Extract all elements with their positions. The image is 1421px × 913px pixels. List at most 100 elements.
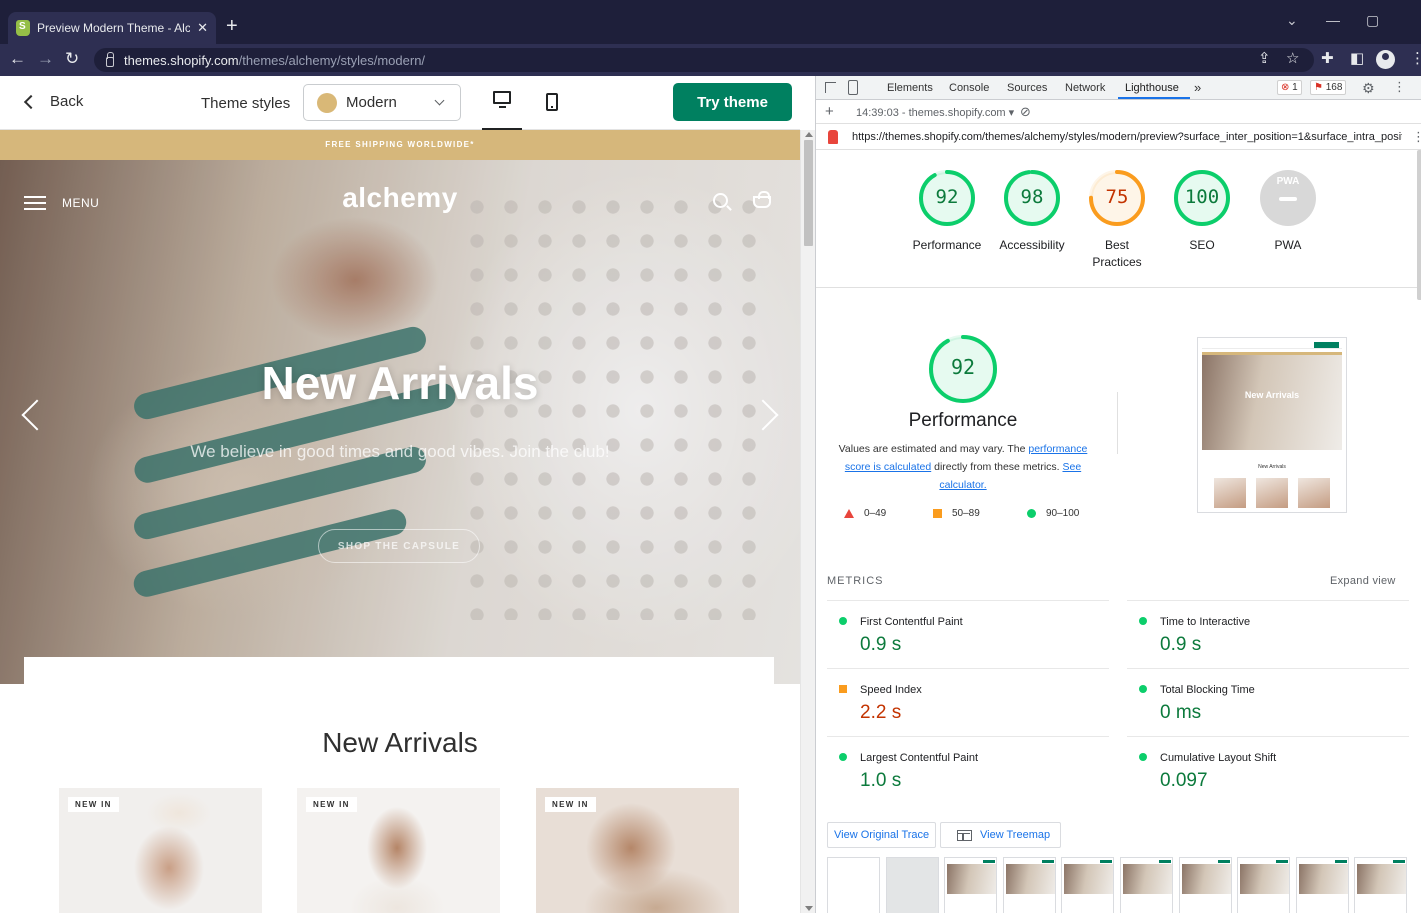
gauge-accessibility[interactable]: 98 Accessibility <box>987 168 1077 254</box>
device-toolbar-icon[interactable] <box>848 80 858 95</box>
active-tab-indicator <box>1118 97 1190 99</box>
mobile-view-button[interactable] <box>546 93 558 111</box>
new-report-icon[interactable]: + <box>825 103 834 120</box>
average-square-icon <box>839 685 847 693</box>
devtools-scrollbar[interactable] <box>1417 150 1421 300</box>
metric-time-to-interactive: Time to Interactive 0.9 s <box>1127 600 1409 668</box>
error-count-badge[interactable]: ⊗ 1 <box>1277 80 1302 95</box>
filmstrip-frame <box>885 857 939 913</box>
product-card[interactable]: NEW IN <box>297 788 500 913</box>
browser-toolbar: ← → ↻ themes.shopify.com/themes/alchemy/… <box>0 44 1421 76</box>
tab-close-icon[interactable]: ✕ <box>197 20 208 36</box>
clear-reports-icon[interactable]: ⊘ <box>1020 104 1031 120</box>
style-select-value: Modern <box>346 94 397 111</box>
desktop-view-button[interactable] <box>493 91 511 108</box>
store-logo[interactable]: alchemy <box>300 182 500 214</box>
extensions-icon[interactable]: ✚ <box>1321 49 1334 69</box>
issues-count-badge[interactable]: ⚑ 168 <box>1310 80 1347 95</box>
metric-value: 0.9 s <box>1160 634 1202 655</box>
frame-hero <box>1240 864 1290 894</box>
frame-button <box>1159 860 1171 863</box>
report-menu-icon[interactable]: ⋮ <box>1412 129 1421 145</box>
hero-overlay <box>0 160 800 684</box>
profile-icon[interactable] <box>1376 50 1395 69</box>
address-bar[interactable]: themes.shopify.com/themes/alchemy/styles… <box>94 48 1314 72</box>
scroll-down-icon[interactable] <box>805 906 813 911</box>
scroll-thumb[interactable] <box>804 140 813 246</box>
filmstrip-frame <box>1178 857 1232 913</box>
theme-style-select[interactable]: Modern <box>303 84 461 121</box>
tab-elements[interactable]: Elements <box>887 82 933 94</box>
tab-console[interactable]: Console <box>949 82 989 94</box>
gauge-pwa[interactable]: PWA PWA <box>1243 168 1333 254</box>
share-icon[interactable]: ⇪ <box>1258 49 1271 69</box>
url-text: themes.shopify.com/themes/alchemy/styles… <box>124 52 426 68</box>
gauge-performance[interactable]: 92 Performance <box>902 168 992 254</box>
settings-gear-icon[interactable]: ⚙ <box>1362 80 1375 97</box>
browser-menu-icon[interactable]: ⋮ <box>1410 49 1421 69</box>
frame-hero <box>1298 864 1348 894</box>
more-tabs-icon[interactable]: » <box>1194 80 1201 95</box>
maximize-icon[interactable]: ▢ <box>1366 12 1379 29</box>
tab-sources[interactable]: Sources <box>1007 82 1047 94</box>
side-panel-icon[interactable]: ◧ <box>1350 49 1364 69</box>
pass-circle-icon <box>1139 617 1147 625</box>
expand-view-toggle[interactable]: Expand view <box>1330 575 1396 587</box>
thumbnail-button <box>1314 342 1339 348</box>
shopify-favicon-icon <box>16 20 30 36</box>
report-url[interactable]: https://themes.shopify.com/themes/alchem… <box>852 131 1402 143</box>
filmstrip-frame <box>1295 857 1349 913</box>
new-tab-button[interactable]: + <box>226 14 238 38</box>
average-square-icon <box>933 509 942 518</box>
view-trace-button[interactable]: View Original Trace <box>827 822 937 848</box>
filmstrip-frame <box>1120 857 1173 913</box>
legend-pass: 90–100 <box>1027 508 1079 519</box>
lock-icon[interactable] <box>106 51 114 67</box>
tab-network[interactable]: Network <box>1065 82 1105 94</box>
minimize-icon[interactable]: — <box>1326 12 1340 28</box>
product-card[interactable]: NEW IN <box>536 788 739 913</box>
forward-icon[interactable]: → <box>37 49 54 69</box>
gauge-score: PWA <box>1276 176 1300 187</box>
scroll-up-icon[interactable] <box>805 132 813 137</box>
back-icon[interactable]: ← <box>9 49 26 69</box>
metric-value: 1.0 s <box>860 770 902 791</box>
pass-circle-icon <box>839 753 847 761</box>
metric-value: 0.097 <box>1160 770 1208 791</box>
metric-name: Speed Index <box>860 684 922 696</box>
inspect-icon[interactable] <box>825 82 836 93</box>
cart-icon[interactable] <box>753 191 771 208</box>
chevron-down-icon <box>434 95 445 106</box>
frame-hero <box>1064 864 1114 894</box>
announcement-bar: FREE SHIPPING WORLDWIDE* <box>0 130 800 160</box>
frame-button <box>983 860 996 863</box>
devtools-menu-icon[interactable]: ⋮ <box>1393 79 1406 95</box>
view-treemap-button[interactable]: View Treemap <box>940 822 1062 848</box>
star-icon[interactable]: ☆ <box>1286 49 1299 69</box>
frame-hero <box>1181 864 1231 894</box>
gauge-label: Performance <box>912 238 982 252</box>
reload-icon[interactable]: ↻ <box>65 49 79 69</box>
metric-name: Cumulative Layout Shift <box>1160 752 1277 764</box>
tab-search-icon[interactable]: ⌄ <box>1286 12 1298 29</box>
report-selector[interactable]: 14:39:03 - themes.shopify.com ▾ <box>856 106 1014 119</box>
metric-cumulative-layout-shift: Cumulative Layout Shift 0.097 <box>1127 736 1409 804</box>
frame-hero <box>1005 864 1055 894</box>
search-icon[interactable] <box>713 193 728 208</box>
section-title: New Arrivals <box>322 727 478 758</box>
hamburger-menu-icon[interactable] <box>24 196 46 210</box>
product-card[interactable]: NEW IN <box>59 788 262 913</box>
menu-label[interactable]: MENU <box>62 196 99 210</box>
try-theme-button[interactable]: Try theme <box>673 83 792 121</box>
thumbnail-hero <box>1202 355 1342 450</box>
preview-scrollbar[interactable] <box>800 130 815 913</box>
shop-capsule-button[interactable]: SHOP THE CAPSULE <box>318 529 480 563</box>
metric-value: 0.9 s <box>860 634 902 655</box>
tab-lighthouse[interactable]: Lighthouse <box>1125 82 1179 94</box>
final-screenshot-thumbnail[interactable]: New Arrivals New Arrivals <box>1197 337 1347 513</box>
browser-tab[interactable]: Preview Modern Theme - Alchemy ✕ <box>8 12 216 44</box>
gauge-best-practices[interactable]: 75 Best Practices <box>1072 168 1162 271</box>
gauge-seo[interactable]: 100 SEO <box>1157 168 1247 254</box>
back-button[interactable]: Back <box>23 93 83 110</box>
frame-button <box>1276 860 1289 863</box>
